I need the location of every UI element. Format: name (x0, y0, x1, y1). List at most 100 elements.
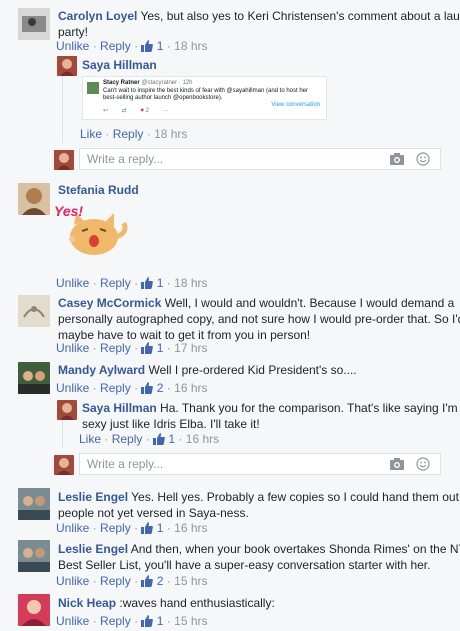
reply-link[interactable]: Reply (100, 574, 131, 588)
reply-text: sexy just like Idris Elba. I'll take it! (82, 417, 260, 431)
timestamp[interactable]: 17 hrs (174, 341, 207, 355)
timestamp[interactable]: 15 hrs (174, 614, 207, 628)
reply-link[interactable]: Reply (100, 341, 131, 355)
comment-actions: Unlike · Reply · 1 · 17 hrs (56, 341, 208, 355)
like-count[interactable]: 2 (157, 574, 164, 588)
comment: Carolyn Loyel Yes, but also yes to Keri … (0, 0, 460, 145)
like-count[interactable]: 1 (157, 276, 164, 290)
like-link[interactable]: Like (79, 432, 101, 446)
like-link[interactable]: Like (80, 127, 102, 141)
unlike-link[interactable]: Unlike (56, 521, 89, 535)
avatar[interactable] (18, 540, 50, 572)
avatar[interactable] (18, 8, 50, 40)
camera-icon[interactable] (390, 153, 404, 165)
comment-text: Best Seller List, you'll have a super-ea… (58, 558, 431, 572)
camera-icon[interactable] (390, 458, 404, 470)
timestamp[interactable]: 16 hrs (174, 521, 207, 535)
thumbs-up-icon (141, 382, 154, 394)
avatar[interactable] (57, 56, 77, 76)
embed-handle: @stacyratner · 12h (141, 80, 193, 86)
reply-author[interactable]: Saya Hillman (82, 401, 157, 415)
emoji-icon[interactable] (416, 457, 430, 471)
reply-author[interactable]: Saya Hillman (82, 58, 157, 72)
reply-input[interactable]: Write a reply... (79, 453, 441, 475)
comment-author[interactable]: Casey McCormick (58, 296, 161, 310)
reply-input[interactable]: Write a reply... (79, 148, 441, 170)
comment-text: personally autographed copy, and not sur… (58, 312, 460, 326)
timestamp[interactable]: 18 hrs (174, 39, 207, 53)
unlike-link[interactable]: Unlike (56, 574, 89, 588)
reply-link[interactable]: Reply (113, 127, 144, 141)
like-count[interactable]: 2 (157, 381, 164, 395)
reply-actions: Like · Reply · 18 hrs (80, 127, 188, 141)
timestamp[interactable]: 16 hrs (174, 381, 207, 395)
unlike-link[interactable]: Unlike (56, 341, 89, 355)
avatar (87, 82, 99, 94)
like-count[interactable]: 1 (168, 432, 175, 446)
avatar[interactable] (18, 362, 50, 394)
thumbs-up-icon (141, 277, 154, 289)
like-count[interactable]: 1 (157, 614, 164, 628)
comment-text: :waves hand enthusiastically: (119, 596, 275, 610)
embed-author: Stacy Ratner (103, 80, 140, 86)
reply-link[interactable]: Reply (100, 276, 131, 290)
reply-link[interactable]: Reply (100, 39, 131, 53)
comment-actions: Unlike · Reply · 1 · 18 hrs (56, 276, 208, 290)
thumbs-up-icon (141, 522, 154, 534)
comment-text: Well, I would and wouldn't. Because I wo… (164, 296, 455, 310)
comment-author[interactable]: Stefania Rudd (58, 183, 139, 197)
reply-arrow-icon: ↩ (103, 108, 109, 114)
like-count[interactable]: 1 (157, 341, 164, 355)
comment-actions: Unlike · Reply · 1 · 16 hrs (56, 521, 208, 535)
thumbs-up-icon (141, 575, 154, 587)
embed-text: Can't wait to inspire the best kinds of … (103, 88, 309, 94)
avatar[interactable] (57, 400, 77, 420)
avatar[interactable] (18, 594, 50, 626)
retweet-icon: ⇄ (121, 108, 127, 114)
timestamp[interactable]: 18 hrs (174, 276, 207, 290)
more-icon: ··· (162, 108, 169, 114)
comment-text: people not yet versed in Saya-ness. (58, 506, 249, 520)
thumbs-up-icon (141, 615, 154, 627)
embedded-tweet[interactable]: Stacy Ratner @stacyratner · 12h Can't wa… (82, 76, 327, 120)
comment-author[interactable]: Leslie Engel (58, 490, 128, 504)
like-count[interactable]: 1 (157, 521, 164, 535)
reply-link[interactable]: Reply (100, 614, 131, 628)
reply-placeholder: Write a reply... (87, 457, 164, 471)
avatar[interactable] (18, 488, 50, 520)
sticker-cat: Yes! (54, 203, 132, 261)
thumbs-up-icon (141, 40, 154, 52)
unlike-link[interactable]: Unlike (56, 614, 89, 628)
comment-actions: Unlike · Reply · 1 · 18 hrs (56, 39, 208, 53)
avatar (54, 150, 74, 170)
comment-author[interactable]: Mandy Aylward (58, 363, 145, 377)
unlike-link[interactable]: Unlike (56, 39, 89, 53)
view-conversation-link[interactable]: View conversation (271, 102, 320, 108)
emoji-icon[interactable] (416, 152, 430, 166)
timestamp[interactable]: 18 hrs (154, 127, 187, 141)
comment-text: Well I pre-ordered Kid President's so...… (148, 363, 357, 377)
reply-link[interactable]: Reply (100, 381, 131, 395)
comment-author[interactable]: Nick Heap (58, 596, 116, 610)
timestamp[interactable]: 15 hrs (174, 574, 207, 588)
reply-link[interactable]: Reply (100, 521, 131, 535)
avatar[interactable] (18, 183, 50, 215)
comment-actions: Unlike · Reply · 2 · 16 hrs (56, 381, 208, 395)
unlike-link[interactable]: Unlike (56, 276, 89, 290)
embed-likes: 2 (145, 108, 149, 114)
like-count[interactable]: 1 (157, 39, 164, 53)
thumbs-up-icon (153, 433, 165, 445)
reply-link[interactable]: Reply (112, 432, 143, 446)
timestamp[interactable]: 16 hrs (186, 432, 219, 446)
embed-text: best-selling author launch @openbookstor… (103, 95, 223, 101)
comment-author[interactable]: Carolyn Loyel (58, 9, 137, 23)
sticker-text: Yes! (54, 203, 84, 219)
comment-actions: Unlike · Reply · 2 · 15 hrs (56, 574, 208, 588)
avatar[interactable] (18, 295, 50, 327)
unlike-link[interactable]: Unlike (56, 381, 89, 395)
reply-placeholder: Write a reply... (87, 152, 164, 166)
comment-text: And then, when your book overtakes Shond… (130, 542, 460, 556)
heart-icon: ♥ (140, 108, 144, 114)
reply-actions: Like · Reply · 1 · 16 hrs (79, 432, 220, 446)
comment-author[interactable]: Leslie Engel (58, 542, 128, 556)
